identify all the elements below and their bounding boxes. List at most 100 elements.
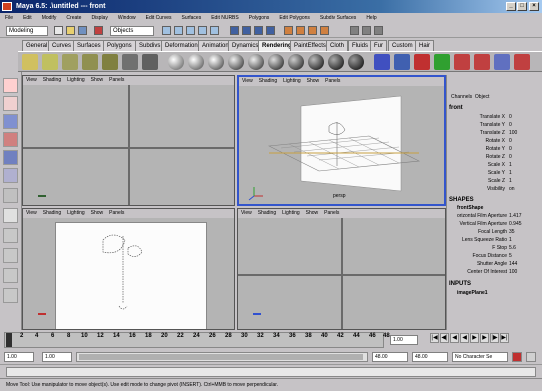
playback-end-field[interactable]: 48.00 — [372, 352, 408, 362]
channel-row[interactable]: Center Of Interest 100 — [447, 269, 541, 276]
channel-value[interactable]: 100 — [509, 269, 517, 276]
playback-start-field[interactable]: 1.00 — [42, 352, 72, 362]
link-icon[interactable] — [454, 54, 470, 70]
camera-icon[interactable] — [122, 54, 138, 70]
viewport-menu-shading[interactable]: Shading — [43, 77, 61, 83]
viewport-top-left[interactable]: View Shading Lighting Show Panels — [22, 75, 235, 206]
menu-window[interactable]: Window — [113, 13, 141, 23]
channel-value[interactable]: 0 — [509, 114, 512, 121]
channel-row[interactable]: Visibility on — [447, 186, 541, 193]
play-backward-icon[interactable]: ◀ — [460, 333, 469, 343]
menu-create[interactable]: Create — [61, 13, 86, 23]
render-settings-icon[interactable] — [494, 54, 510, 70]
menu-help[interactable]: Help — [361, 13, 381, 23]
channel-row[interactable]: Scale Z 1 — [447, 178, 541, 185]
tab-painteffects[interactable]: PaintEffects — [290, 40, 330, 51]
render-globals-icon[interactable] — [320, 26, 329, 35]
range-slider-track[interactable] — [76, 352, 368, 362]
viewport-bottom-right[interactable]: View Shading Lighting Show Panels — [237, 208, 446, 330]
channel-row[interactable]: orizontal Film Aperture 1.417 — [447, 213, 541, 220]
viewport-menu-panels[interactable]: Panels — [109, 77, 124, 83]
end-time-field[interactable]: 48.00 — [412, 352, 448, 362]
channel-row[interactable]: Lens Squeeze Ratio 1 — [447, 237, 541, 244]
channel-value[interactable]: 0 — [509, 138, 512, 145]
tab-object[interactable]: Object — [475, 94, 489, 100]
viewport-menu-lighting[interactable]: Lighting — [67, 77, 85, 83]
channel-value[interactable]: 0.945 — [509, 221, 522, 228]
light-icon[interactable] — [102, 54, 118, 70]
start-time-field[interactable]: 1.00 — [4, 352, 34, 362]
channel-value[interactable]: 1 — [509, 170, 512, 177]
layout-graph-icon[interactable] — [3, 268, 18, 283]
mask-icon[interactable] — [174, 26, 183, 35]
material-sphere-icon[interactable] — [208, 54, 224, 70]
snap-grid-icon[interactable] — [230, 26, 239, 35]
tab-curves[interactable]: Curves — [48, 40, 76, 51]
play-forward-icon[interactable]: ▶ — [470, 333, 479, 343]
layout-single-icon[interactable] — [3, 188, 18, 203]
light-icon[interactable] — [22, 54, 38, 70]
viewport-canvas[interactable] — [23, 85, 234, 205]
range-slider-handle[interactable] — [79, 354, 363, 360]
channel-value[interactable]: 0 — [509, 146, 512, 153]
time-slider-cursor[interactable] — [6, 333, 12, 347]
snap-view-icon[interactable] — [266, 26, 275, 35]
channel-row[interactable]: Focus Distance 5 — [447, 253, 541, 260]
render-icon[interactable] — [296, 26, 305, 35]
hypershade-icon[interactable] — [394, 54, 410, 70]
viewport-menu-shading[interactable]: Shading — [259, 78, 277, 84]
render-icon[interactable] — [414, 54, 430, 70]
channel-row[interactable]: Focal Length 35 — [447, 229, 541, 236]
viewport-menu-lighting[interactable]: Lighting — [282, 210, 300, 216]
scale-tool-icon[interactable] — [3, 150, 18, 165]
maximize-button[interactable]: □ — [517, 2, 527, 11]
camera-icon[interactable] — [142, 54, 158, 70]
viewport-menu-lighting[interactable]: Lighting — [67, 210, 85, 216]
menu-display[interactable]: Display — [86, 13, 112, 23]
break-link-icon[interactable] — [474, 54, 490, 70]
material-sphere-icon[interactable] — [268, 54, 284, 70]
viewport-menu-panels[interactable]: Panels — [325, 78, 340, 84]
channel-row[interactable]: Scale X 1 — [447, 162, 541, 169]
channel-row[interactable]: Rotate Z 0 — [447, 154, 541, 161]
material-sphere-icon[interactable] — [168, 54, 184, 70]
viewport-menu-shading[interactable]: Shading — [258, 210, 276, 216]
channel-row[interactable]: Rotate X 0 — [447, 138, 541, 145]
ipr-icon[interactable] — [434, 54, 450, 70]
tab-custom[interactable]: Custom — [388, 40, 417, 51]
layout-two-icon[interactable] — [3, 228, 18, 243]
select-mode-icon[interactable] — [94, 26, 103, 35]
tool-settings-toggle-icon[interactable] — [374, 26, 383, 35]
render-view-icon[interactable] — [374, 54, 390, 70]
input-name[interactable]: imagePlane1 — [457, 290, 488, 296]
channel-value[interactable]: 100 — [509, 130, 517, 137]
go-to-end-icon[interactable]: ▶| — [500, 333, 509, 343]
menu-edit[interactable]: Edit — [18, 13, 37, 23]
tab-cloth[interactable]: Cloth — [326, 40, 349, 51]
move-tool-icon[interactable] — [3, 114, 18, 129]
animation-prefs-icon[interactable] — [526, 352, 536, 362]
tab-deformation[interactable]: Deformation — [161, 40, 202, 51]
channel-value[interactable]: 1 — [509, 162, 512, 169]
mask-icon[interactable] — [162, 26, 171, 35]
channel-row[interactable]: Shutter Angle 144 — [447, 261, 541, 268]
ipr-render-icon[interactable] — [308, 26, 317, 35]
channel-value[interactable]: 1 — [509, 237, 512, 244]
tab-hair[interactable]: Hair — [415, 40, 435, 51]
viewport-canvas[interactable] — [238, 218, 445, 329]
step-forward-icon[interactable]: |▶ — [490, 333, 499, 343]
tab-fur[interactable]: Fur — [370, 40, 387, 51]
channel-value[interactable]: 144 — [509, 261, 517, 268]
layout-hypershade-icon[interactable] — [3, 288, 18, 303]
viewport-canvas[interactable]: persp — [239, 86, 444, 204]
manipulator-tool-icon[interactable] — [3, 168, 18, 183]
channel-row[interactable]: Translate Y 0 — [447, 122, 541, 129]
channel-value[interactable]: 35 — [509, 229, 515, 236]
step-back-icon[interactable]: ◀| — [440, 333, 449, 343]
viewport-menu-view[interactable]: View — [242, 78, 253, 84]
tab-channels[interactable]: Channels — [451, 94, 472, 100]
viewport-menu-show[interactable]: Show — [306, 210, 319, 216]
material-sphere-icon[interactable] — [248, 54, 264, 70]
auto-key-icon[interactable] — [512, 352, 522, 362]
character-set-dropdown[interactable]: No Character Se — [452, 352, 508, 362]
